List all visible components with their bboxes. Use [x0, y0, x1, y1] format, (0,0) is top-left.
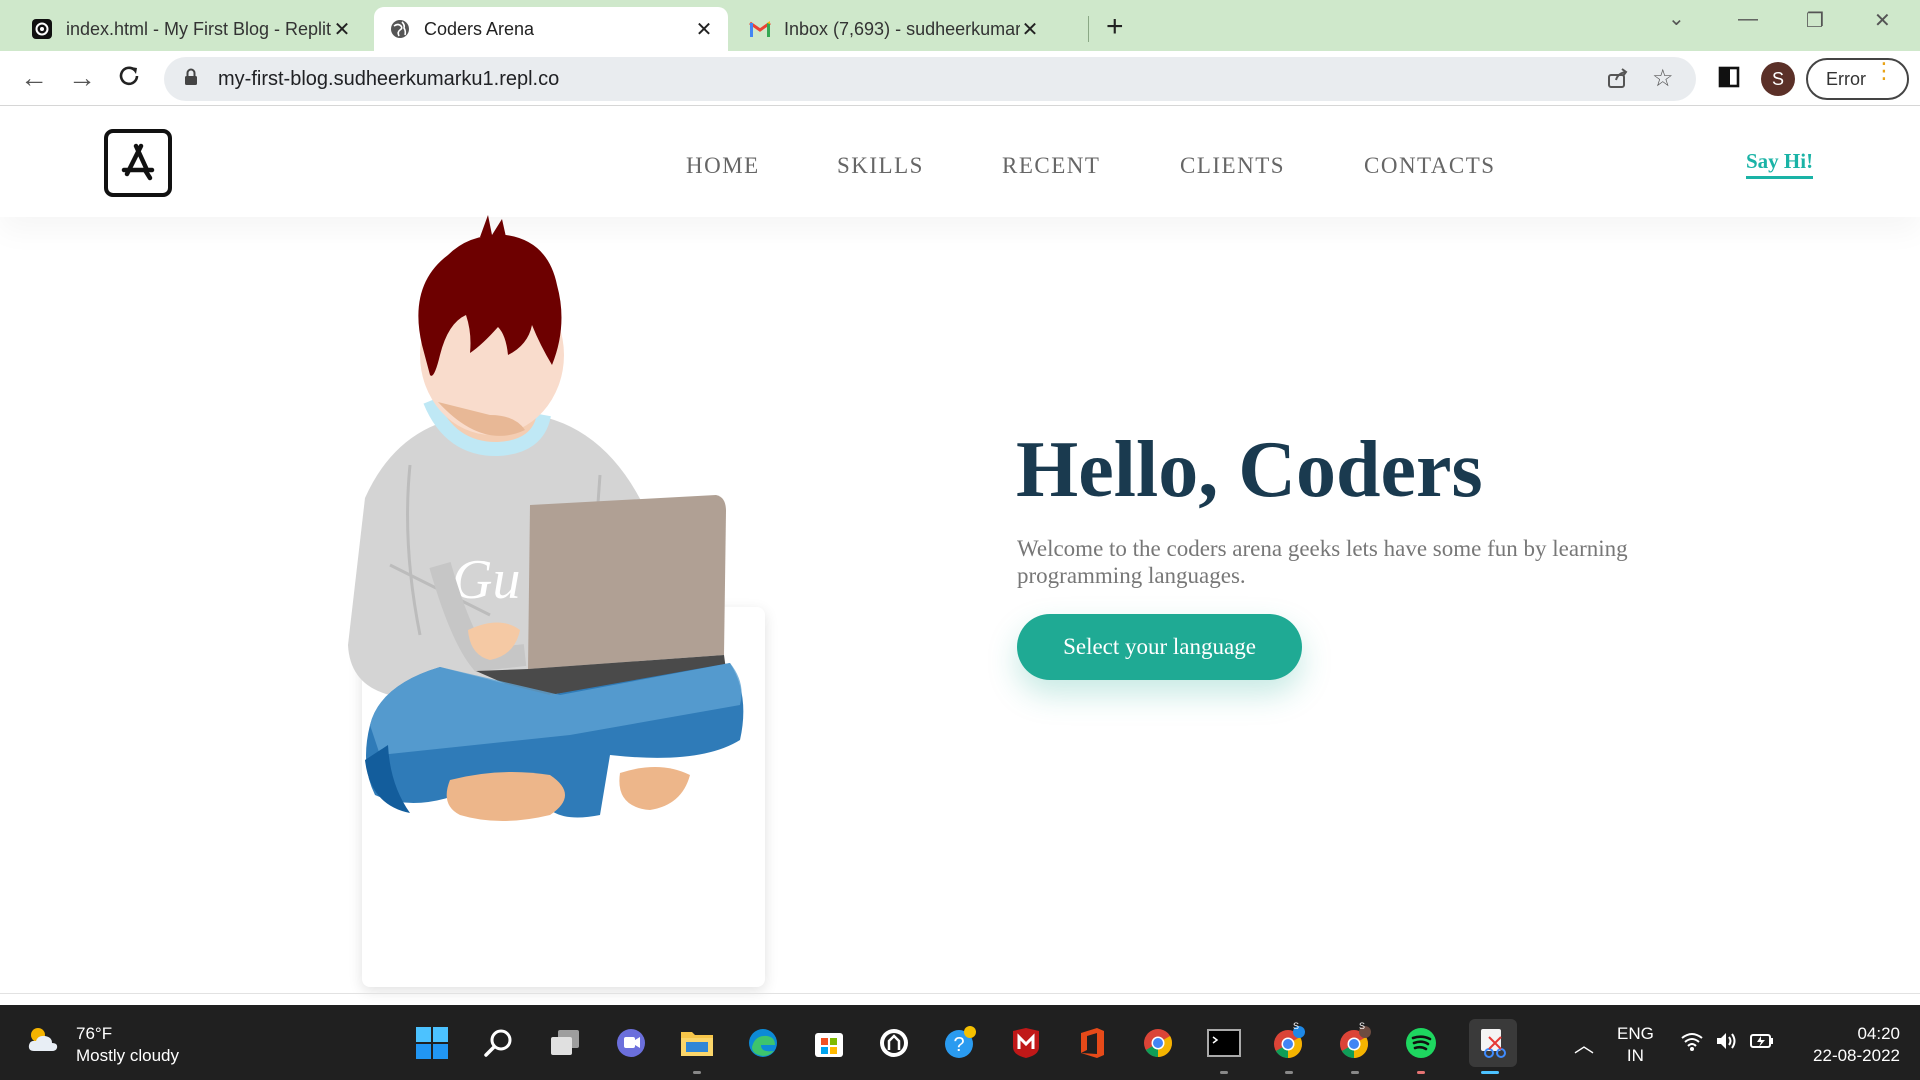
running-indicator [1285, 1071, 1293, 1074]
profile-avatar[interactable]: S [1761, 62, 1795, 96]
tab-coders-arena[interactable]: Coders Arena ✕ [374, 7, 728, 51]
windows-taskbar: 76°F Mostly cloudy ? S S ︿ ENG IN 04:20 … [0, 1005, 1920, 1080]
microsoft-store-icon[interactable] [811, 1025, 847, 1061]
close-window-button[interactable]: ✕ [1874, 8, 1891, 33]
chrome-icon[interactable] [1140, 1025, 1176, 1061]
help-icon[interactable]: ? [942, 1025, 978, 1061]
menu-dots-icon: ⋮ [1873, 58, 1895, 83]
spotify-icon[interactable] [1403, 1025, 1439, 1061]
tab-separator [1088, 16, 1089, 42]
tab-title: Inbox (7,693) - sudheerkumarseeti@gmail.… [784, 18, 1020, 39]
running-indicator [1417, 1071, 1425, 1074]
active-indicator [1481, 1071, 1499, 1074]
github-desktop-icon[interactable] [876, 1025, 912, 1061]
nav-skills[interactable]: SKILLS [837, 153, 924, 179]
tab-gmail[interactable]: Inbox (7,693) - sudheerkumarseeti@gmail.… [734, 7, 1054, 51]
minimize-button[interactable]: — [1738, 8, 1758, 31]
url-text[interactable]: my-first-blog.sudheerkumarku1.repl.co [218, 68, 559, 91]
nav-contacts[interactable]: CONTACTS [1364, 153, 1496, 179]
terminal-icon[interactable] [1206, 1025, 1242, 1061]
bookmark-star-icon[interactable]: ☆ [1652, 64, 1674, 93]
weather-description: Mostly cloudy [76, 1046, 179, 1065]
chrome-profile-badge: S [1359, 1021, 1366, 1031]
globe-icon [388, 17, 412, 41]
boy-with-laptop-illustration: Gu [348, 215, 744, 821]
chrome-profile-icon[interactable]: S [1337, 1021, 1373, 1061]
nav-recent[interactable]: RECENT [1002, 153, 1100, 179]
file-explorer-icon[interactable] [679, 1025, 715, 1061]
section-divider [0, 993, 1920, 994]
close-icon[interactable]: ✕ [694, 17, 714, 42]
gmail-icon [748, 17, 772, 41]
lock-icon[interactable] [184, 68, 206, 91]
say-hi-link[interactable]: Say Hi! [1746, 149, 1814, 179]
back-button[interactable]: ← [20, 63, 48, 93]
forward-button[interactable]: → [68, 63, 96, 93]
address-bar[interactable]: my-first-blog.sudheerkumarku1.repl.co ☆ [164, 57, 1696, 101]
language-indicator[interactable]: ENG IN [1617, 1023, 1654, 1067]
tab-search-icon[interactable]: ⌄ [1668, 6, 1685, 31]
search-icon[interactable] [481, 1025, 517, 1061]
select-language-button[interactable]: Select your language [1017, 614, 1302, 680]
restore-button[interactable]: ❐ [1806, 8, 1824, 33]
tab-title: Coders Arena [424, 18, 535, 39]
browser-tab-bar: index.html - My First Blog - Replit ✕ Co… [0, 0, 1920, 51]
close-icon[interactable]: ✕ [332, 17, 352, 42]
replit-icon [30, 17, 54, 41]
clock-time: 04:20 [1857, 1024, 1900, 1043]
hero-title: Hello, Coders [1016, 426, 1483, 514]
tab-title: index.html - My First Blog - Replit [66, 18, 332, 39]
close-icon[interactable]: ✕ [1020, 17, 1040, 42]
running-indicator [1220, 1071, 1228, 1074]
region-code: IN [1626, 1046, 1644, 1065]
new-tab-button[interactable]: + [1106, 10, 1124, 44]
reload-icon [119, 66, 139, 86]
hero-description: Welcome to the coders arena geeks lets h… [1017, 536, 1628, 588]
error-button[interactable]: Error ⋮ [1806, 58, 1909, 100]
nav-clients[interactable]: CLIENTS [1180, 153, 1285, 179]
weather-widget[interactable]: 76°F Mostly cloudy [26, 1023, 179, 1067]
chrome-profile-badge: S [1293, 1021, 1300, 1031]
volume-icon[interactable] [1714, 1029, 1738, 1058]
teams-chat-icon[interactable] [613, 1025, 649, 1061]
edge-browser-icon[interactable] [745, 1025, 781, 1061]
site-header: HOME SKILLS RECENT CLIENTS CONTACTS Say … [0, 107, 1920, 217]
tab-replit[interactable]: index.html - My First Blog - Replit ✕ [16, 7, 366, 51]
chrome-profile-icon[interactable]: S [1271, 1021, 1307, 1061]
battery-icon[interactable] [1749, 1029, 1775, 1058]
share-icon[interactable] [1606, 66, 1630, 95]
mcafee-icon[interactable] [1008, 1025, 1044, 1061]
system-clock[interactable]: 04:20 22-08-2022 [1792, 1023, 1900, 1067]
running-indicator [693, 1071, 701, 1074]
web-page: HOME SKILLS RECENT CLIENTS CONTACTS Say … [0, 107, 1920, 1005]
reload-button[interactable] [116, 63, 142, 95]
chevron-up-icon[interactable]: ︿ [1574, 1029, 1594, 1058]
weather-temperature: 76°F [76, 1024, 113, 1043]
office-icon[interactable] [1074, 1025, 1110, 1061]
windows-start-icon[interactable] [414, 1025, 450, 1061]
browser-toolbar: ← → my-first-blog.sudheerkumarku1.repl.c… [0, 51, 1920, 106]
nav-home[interactable]: HOME [686, 153, 760, 179]
running-indicator [1351, 1071, 1359, 1074]
clock-date: 22-08-2022 [1813, 1046, 1900, 1065]
snipping-tool-icon[interactable] [1469, 1019, 1517, 1067]
language-code: ENG [1617, 1024, 1654, 1043]
side-panel-icon[interactable] [1718, 65, 1740, 94]
app-store-logo-icon[interactable] [104, 129, 172, 197]
task-view-icon[interactable] [547, 1025, 583, 1061]
cloudy-weather-icon [26, 1023, 60, 1067]
wifi-icon[interactable] [1680, 1029, 1704, 1058]
error-label: Error [1826, 68, 1866, 89]
svg-text:?: ? [953, 1034, 964, 1056]
